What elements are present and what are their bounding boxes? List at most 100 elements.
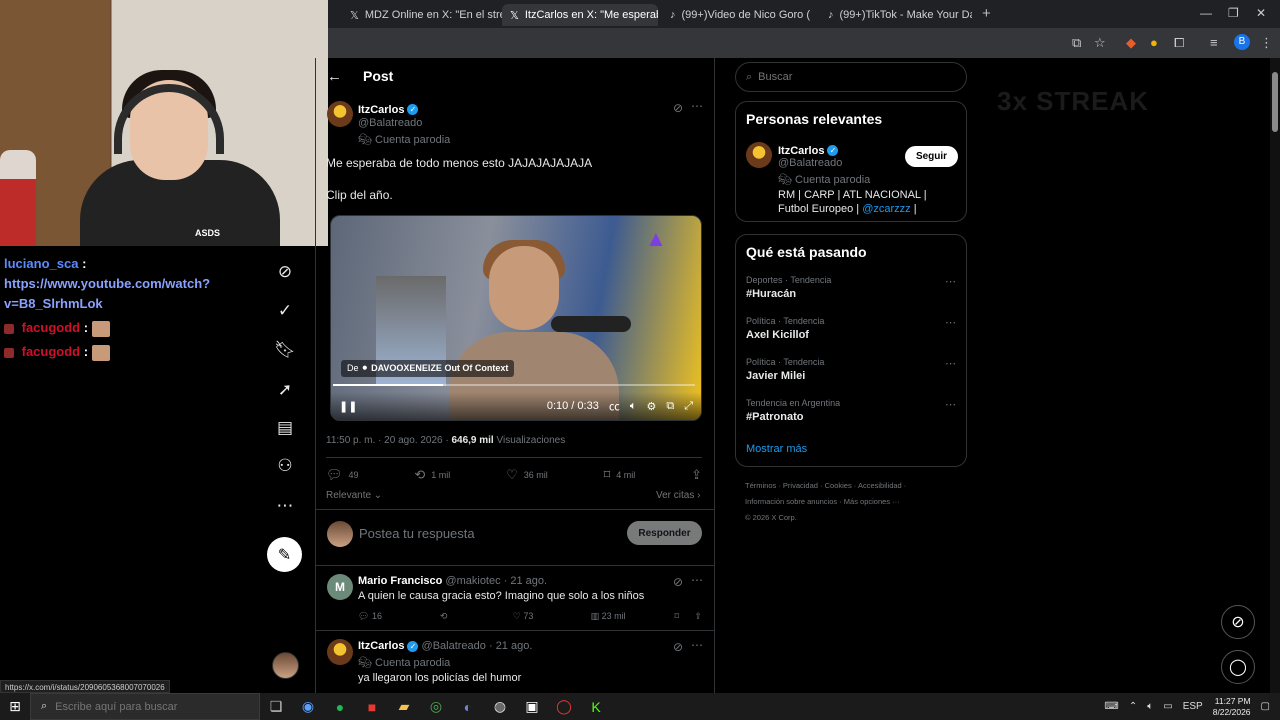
reply-author-handle[interactable]: @makiotec	[445, 575, 500, 587]
follow-button[interactable]: Seguir	[905, 146, 958, 167]
chrome-icon[interactable]: ◎	[420, 698, 452, 715]
reply-submit-button[interactable]: Responder	[627, 521, 702, 545]
reply-bookmark-icon[interactable]: ⌑	[674, 611, 694, 622]
profile-avatar[interactable]: B	[1234, 34, 1250, 50]
video-player[interactable]: ▲ De ⚫︎ DAVOOXENEIZE Out Of Context ❚❚ 0…	[330, 215, 702, 421]
account-avatar[interactable]	[272, 652, 299, 679]
messages-float-button[interactable]: ◯	[1221, 650, 1255, 684]
notifications-icon[interactable]: ▢	[1261, 701, 1270, 712]
sort-dropdown[interactable]: Relevante ⌄	[326, 490, 382, 501]
search-input[interactable]	[758, 71, 949, 83]
language-indicator[interactable]: ESP	[1183, 701, 1203, 712]
footer-links[interactable]: Términos · Privacidad · Cookies · Accesi…	[745, 478, 965, 526]
reply-author-handle[interactable]: @Balatreado	[422, 640, 486, 652]
trend-more-icon[interactable]: ⋯	[945, 316, 956, 329]
video-credit[interactable]: De ⚫︎ DAVOOXENEIZE Out Of Context	[341, 360, 515, 377]
bookmark-star-icon[interactable]: ☆	[1094, 35, 1106, 51]
trend-item[interactable]: Política · Tendencia Axel Kicillof ⋯	[746, 316, 958, 341]
profile-icon[interactable]: ⚇	[268, 456, 302, 476]
reply-repost-action[interactable]: ⟲	[440, 611, 513, 622]
reply-date[interactable]: · 21 ago.	[489, 640, 532, 652]
grok-explain-icon[interactable]: ⊘	[673, 640, 683, 654]
network-icon[interactable]: ▭	[1163, 701, 1172, 712]
scrollbar-thumb[interactable]	[1272, 72, 1278, 132]
lists-icon[interactable]: ▤	[268, 418, 302, 438]
trend-item[interactable]: Política · Tendencia Javier Milei ⋯	[746, 357, 958, 382]
tab-tiktok[interactable]: ♪ (99+)TikTok - Make Your Day ✕	[820, 4, 972, 26]
reply-author-name[interactable]: Mario Francisco	[358, 575, 442, 587]
opera-icon[interactable]: ◯	[548, 698, 580, 715]
extensions-puzzle-icon[interactable]: ⧠	[1174, 35, 1184, 51]
trend-item[interactable]: Deportes · Tendencia #Huracán ⋯	[746, 275, 958, 300]
minimize-icon[interactable]: —	[1200, 6, 1212, 20]
reply-input[interactable]: Postea tu respuesta	[359, 526, 475, 541]
pause-icon[interactable]: ❚❚	[339, 400, 357, 413]
relevant-name[interactable]: ItzCarlos	[778, 145, 824, 157]
tab-tiktok-video[interactable]: ♪ (99+)Video de Nico Goro (@nic ✕	[662, 4, 810, 26]
reply-more-icon[interactable]: ⋯	[691, 638, 703, 652]
footer-line2[interactable]: Información sobre anuncios · Más opcione…	[745, 494, 965, 510]
tab-itzcarlos[interactable]: 𝕏 ItzCarlos en X: "Me esperab 🔊 ✕	[502, 4, 658, 26]
trend-more-icon[interactable]: ⋯	[945, 275, 956, 288]
grok-explain-icon[interactable]: ⊘	[673, 575, 683, 589]
reply-share-icon[interactable]: ⇪	[694, 611, 702, 622]
share-action[interactable]: ⇪	[691, 467, 702, 483]
menu-dots-icon[interactable]: ⋮	[1260, 35, 1273, 51]
like-action[interactable]: ♡ 36 mil	[506, 467, 548, 483]
taskbar-clock[interactable]: 11:27 PM 8/22/2026	[1213, 696, 1251, 718]
task-view-icon[interactable]: ❏	[260, 698, 292, 715]
page-scrollbar[interactable]	[1270, 58, 1280, 694]
show-more-link[interactable]: Mostrar más	[746, 443, 807, 455]
windows-start-icon[interactable]: ⊞	[0, 698, 30, 715]
post-timestamp[interactable]: 11:50 p. m. · 20 ago. 2026 ·	[326, 435, 449, 446]
trend-item[interactable]: Tendencia en Argentina #Patronato ⋯	[746, 398, 958, 423]
bio-mention-link[interactable]: @zcarzzz	[862, 203, 910, 215]
post-author-name[interactable]: ItzCarlos	[358, 104, 404, 116]
voicemod-icon[interactable]: ■	[356, 699, 388, 715]
kick-icon[interactable]: K	[580, 699, 612, 715]
reply-more-icon[interactable]: ⋯	[691, 573, 703, 587]
settings-gear-icon[interactable]: ⚙	[646, 400, 656, 413]
close-window-icon[interactable]: ✕	[1256, 6, 1266, 20]
cast-icon[interactable]: ⧉	[1072, 35, 1081, 51]
view-quotes-link[interactable]: Ver citas ›	[656, 490, 700, 501]
volume-icon[interactable]: 🔈︎	[630, 400, 637, 413]
post-author-avatar[interactable]	[327, 101, 353, 127]
taskbar-search-input[interactable]	[55, 700, 216, 713]
bookmarks-icon[interactable]: 🔖︎	[268, 340, 302, 360]
copilot-icon[interactable]: ◉	[292, 698, 324, 715]
extension-fox-icon[interactable]: ◆	[1126, 35, 1136, 51]
fullscreen-icon[interactable]: ⤢	[684, 400, 693, 413]
pip-icon[interactable]: ⧉	[666, 400, 674, 413]
compose-post-button[interactable]: ✎	[267, 537, 302, 572]
relevant-handle[interactable]: @Balatreado	[778, 157, 870, 169]
reply-like-action[interactable]: ♡ 73	[513, 611, 591, 622]
tab-mdz[interactable]: 𝕏 MDZ Online en X: "En el stream ✕	[342, 4, 502, 26]
grok-explain-icon[interactable]: ⊘	[673, 101, 683, 115]
rocket-icon[interactable]: ➚	[268, 380, 302, 400]
reply-avatar[interactable]	[327, 639, 353, 665]
trend-more-icon[interactable]: ⋯	[945, 398, 956, 411]
reply-author-name[interactable]: ItzCarlos	[358, 640, 404, 652]
file-explorer-icon[interactable]: ▰	[388, 698, 420, 715]
grok-float-button[interactable]: ⊘	[1221, 605, 1255, 639]
reply-avatar[interactable]: M	[327, 574, 353, 600]
extension-color-icon[interactable]: ●	[1150, 35, 1158, 50]
search-box[interactable]: ⌕	[735, 62, 967, 92]
post-author-handle[interactable]: @Balatreado	[358, 117, 450, 129]
obs-icon[interactable]: ◍	[484, 698, 516, 715]
bookmark-action[interactable]: ⌑ 4 mil	[604, 467, 636, 483]
trend-more-icon[interactable]: ⋯	[945, 357, 956, 370]
relevant-avatar[interactable]	[746, 142, 772, 168]
tray-expand-icon[interactable]: ⌃	[1129, 701, 1137, 712]
reply-action[interactable]: 💬︎ 49	[326, 467, 359, 483]
back-arrow-icon[interactable]: ←	[327, 68, 342, 85]
taskbar-search[interactable]: ⌕	[30, 693, 260, 720]
more-options-icon[interactable]: ⋯	[268, 496, 302, 516]
spotify-icon[interactable]: ●	[324, 699, 356, 715]
new-tab-button[interactable]: +	[982, 5, 991, 22]
chat-link[interactable]: https://www.youtube.com/watch?v=B8_Slrhm…	[4, 276, 210, 311]
volume-tray-icon[interactable]: 🔈︎	[1147, 701, 1153, 712]
capcut-icon[interactable]: ▣	[516, 698, 548, 715]
grok-icon[interactable]: ⊘	[268, 262, 302, 282]
